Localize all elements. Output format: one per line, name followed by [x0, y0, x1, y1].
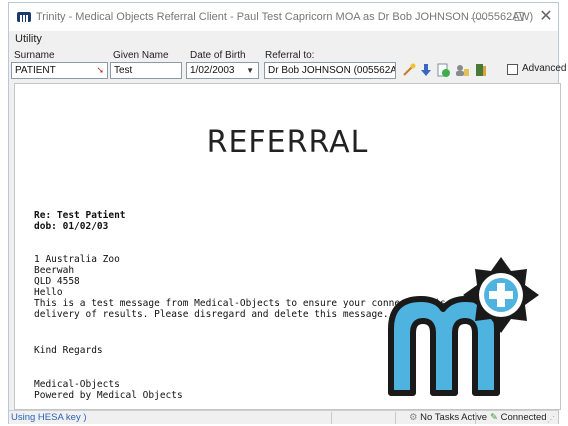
status-connection: ✎ Connected	[490, 412, 547, 423]
re-line: Re: Test Patient	[34, 210, 126, 221]
close-button[interactable]: ✕	[532, 7, 560, 27]
connection-label: Connected	[500, 412, 547, 423]
dropdown-arrow-icon[interactable]: ▼	[246, 63, 254, 78]
signature-line-2: Powered by Medical Objects	[34, 390, 183, 401]
referral-to-label: Referral to:	[265, 50, 315, 61]
status-divider	[395, 412, 396, 424]
given-name-field[interactable]: Test	[110, 62, 182, 79]
address-line-2: Beerwah	[34, 265, 75, 276]
status-divider	[475, 412, 476, 424]
tasks-icon: ⚙	[409, 412, 418, 423]
message-line-2: delivery of results. Please disregard an…	[34, 309, 389, 320]
send-document-icon[interactable]	[435, 62, 451, 78]
download-arrow-icon[interactable]	[418, 62, 434, 78]
advanced-checkbox[interactable]	[507, 64, 518, 75]
app-window: Trinity - Medical Objects Referral Clien…	[8, 2, 566, 424]
maximize-button[interactable]: ☐	[505, 7, 533, 27]
connected-icon: ✎	[490, 412, 498, 423]
referral-to-value: Dr Bob JOHNSON (005562AW)	[268, 65, 396, 76]
address-line-3: QLD 4558	[34, 276, 80, 287]
referral-to-field[interactable]: Dr Bob JOHNSON (005562AW)	[264, 62, 396, 79]
dob-field[interactable]: 1/02/2003 ▼	[186, 62, 259, 79]
resize-grip-icon[interactable]: ⋰	[547, 415, 555, 424]
given-name-label: Given Name	[113, 50, 169, 61]
dob-label: Date of Birth	[190, 50, 246, 61]
status-bar: Using HESA key ) ⚙ No Tasks Active ✎ Con…	[9, 410, 558, 424]
title-bar: Trinity - Medical Objects Referral Clien…	[9, 3, 558, 31]
status-divider	[331, 412, 332, 424]
dob-value: 1/02/2003	[190, 65, 235, 76]
given-name-value: Test	[114, 65, 133, 76]
menu-utility[interactable]: Utility	[15, 33, 42, 45]
tasks-label: No Tasks Active	[420, 412, 488, 423]
minimize-button[interactable]: —	[464, 7, 492, 27]
address-book-icon[interactable]	[454, 62, 470, 78]
medical-objects-logo-icon	[388, 257, 539, 396]
document-heading: REFERRAL	[206, 125, 369, 160]
menu-bar: Utility	[9, 31, 558, 47]
lookup-arrow-icon[interactable]: ➘	[96, 63, 104, 78]
dob-line: dob: 01/02/03	[34, 221, 109, 232]
advanced-label: Advanced	[522, 63, 567, 74]
status-hesa-key[interactable]: Using HESA key )	[11, 412, 87, 423]
wand-icon[interactable]	[401, 62, 417, 78]
surname-field[interactable]: PATIENT ➘	[11, 62, 108, 79]
greeting: Hello	[34, 287, 63, 298]
address-line-1: 1 Australia Zoo	[34, 254, 120, 265]
closing: Kind Regards	[34, 345, 103, 356]
window-title: Trinity - Medical Objects Referral Clien…	[36, 11, 534, 23]
referral-document[interactable]: REFERRAL Re: Test Patient dob: 01/02/03 …	[14, 83, 561, 410]
app-logo-icon	[17, 12, 31, 22]
signature-line-1: Medical-Objects	[34, 379, 120, 390]
exit-icon[interactable]	[473, 62, 489, 78]
surname-value: PATIENT	[15, 65, 56, 76]
surname-label: Surname	[14, 50, 55, 61]
